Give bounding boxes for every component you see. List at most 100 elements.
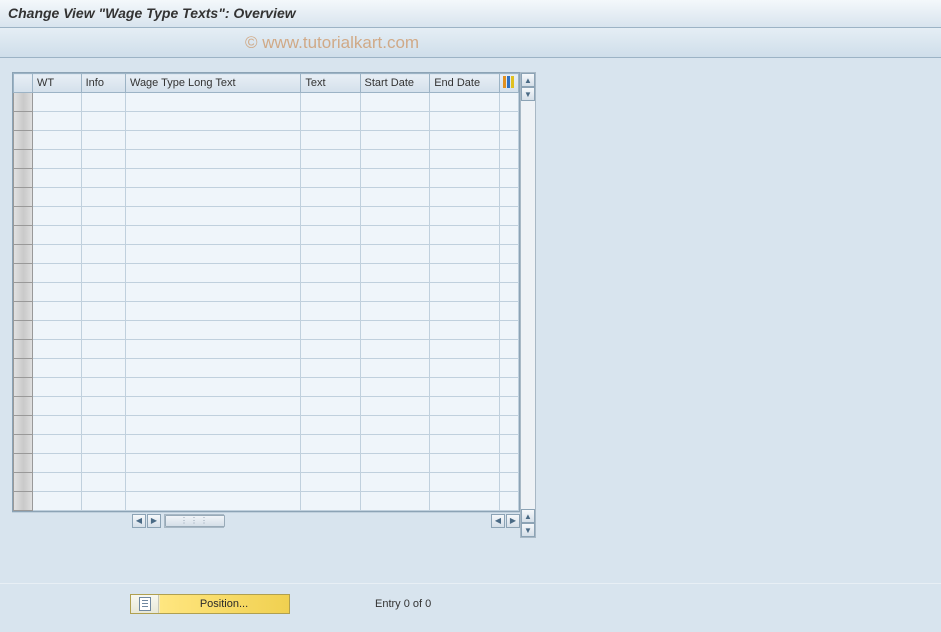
cell-startdate[interactable]: [360, 264, 430, 283]
cell-info[interactable]: [81, 359, 125, 378]
cell-longtext[interactable]: [125, 302, 300, 321]
cell-enddate[interactable]: [430, 188, 500, 207]
cell-text[interactable]: [301, 131, 360, 150]
cell-wt[interactable]: [33, 150, 82, 169]
cell-text[interactable]: [301, 416, 360, 435]
cell-startdate[interactable]: [360, 93, 430, 112]
row-selector[interactable]: [14, 283, 33, 302]
cell-info[interactable]: [81, 150, 125, 169]
cell-wt[interactable]: [33, 454, 82, 473]
cell-info[interactable]: [81, 112, 125, 131]
cell-enddate[interactable]: [430, 416, 500, 435]
cell-text[interactable]: [301, 150, 360, 169]
cell-wt[interactable]: [33, 245, 82, 264]
cell-startdate[interactable]: [360, 150, 430, 169]
cell-info[interactable]: [81, 378, 125, 397]
cell-text[interactable]: [301, 397, 360, 416]
cell-wt[interactable]: [33, 321, 82, 340]
cell-longtext[interactable]: [125, 169, 300, 188]
cell-info[interactable]: [81, 226, 125, 245]
row-selector[interactable]: [14, 378, 33, 397]
cell-wt[interactable]: [33, 169, 82, 188]
scroll-left-arrow-icon[interactable]: ◀: [132, 514, 146, 528]
cell-enddate[interactable]: [430, 264, 500, 283]
cell-info[interactable]: [81, 283, 125, 302]
cell-info[interactable]: [81, 492, 125, 511]
cell-enddate[interactable]: [430, 321, 500, 340]
cell-startdate[interactable]: [360, 340, 430, 359]
scroll-down-arrow-icon[interactable]: ▼: [521, 87, 535, 101]
row-selector[interactable]: [14, 435, 33, 454]
cell-longtext[interactable]: [125, 340, 300, 359]
cell-wt[interactable]: [33, 416, 82, 435]
cell-enddate[interactable]: [430, 226, 500, 245]
scroll-up-arrow-2-icon[interactable]: ▲: [521, 509, 535, 523]
row-selector[interactable]: [14, 321, 33, 340]
cell-wt[interactable]: [33, 473, 82, 492]
cell-startdate[interactable]: [360, 207, 430, 226]
cell-startdate[interactable]: [360, 226, 430, 245]
cell-enddate[interactable]: [430, 283, 500, 302]
row-selector[interactable]: [14, 302, 33, 321]
cell-longtext[interactable]: [125, 93, 300, 112]
row-selector[interactable]: [14, 131, 33, 150]
column-header-wt[interactable]: WT: [33, 74, 82, 93]
cell-wt[interactable]: [33, 283, 82, 302]
row-selector[interactable]: [14, 245, 33, 264]
column-header-info[interactable]: Info: [81, 74, 125, 93]
cell-enddate[interactable]: [430, 112, 500, 131]
cell-longtext[interactable]: [125, 435, 300, 454]
cell-info[interactable]: [81, 264, 125, 283]
cell-enddate[interactable]: [430, 207, 500, 226]
cell-text[interactable]: [301, 169, 360, 188]
cell-enddate[interactable]: [430, 359, 500, 378]
cell-info[interactable]: [81, 397, 125, 416]
row-selector[interactable]: [14, 112, 33, 131]
cell-info[interactable]: [81, 93, 125, 112]
row-selector[interactable]: [14, 492, 33, 511]
cell-wt[interactable]: [33, 492, 82, 511]
hscroll-thumb[interactable]: ⋮⋮⋮: [165, 515, 225, 527]
cell-startdate[interactable]: [360, 378, 430, 397]
cell-startdate[interactable]: [360, 492, 430, 511]
row-selector[interactable]: [14, 397, 33, 416]
cell-text[interactable]: [301, 321, 360, 340]
cell-enddate[interactable]: [430, 245, 500, 264]
cell-wt[interactable]: [33, 302, 82, 321]
row-selector[interactable]: [14, 473, 33, 492]
cell-longtext[interactable]: [125, 416, 300, 435]
cell-text[interactable]: [301, 207, 360, 226]
cell-longtext[interactable]: [125, 226, 300, 245]
cell-longtext[interactable]: [125, 131, 300, 150]
cell-enddate[interactable]: [430, 492, 500, 511]
row-selector[interactable]: [14, 207, 33, 226]
cell-text[interactable]: [301, 245, 360, 264]
cell-longtext[interactable]: [125, 188, 300, 207]
cell-text[interactable]: [301, 454, 360, 473]
cell-info[interactable]: [81, 340, 125, 359]
cell-wt[interactable]: [33, 207, 82, 226]
horizontal-scrollbar-right[interactable]: ◀ ▶: [491, 514, 520, 528]
cell-text[interactable]: [301, 226, 360, 245]
row-selector[interactable]: [14, 169, 33, 188]
column-config-header[interactable]: [499, 74, 518, 93]
cell-longtext[interactable]: [125, 150, 300, 169]
row-selector[interactable]: [14, 454, 33, 473]
cell-info[interactable]: [81, 169, 125, 188]
cell-longtext[interactable]: [125, 473, 300, 492]
cell-info[interactable]: [81, 454, 125, 473]
scroll-down-arrow-2-icon[interactable]: ▼: [521, 523, 535, 537]
cell-longtext[interactable]: [125, 112, 300, 131]
cell-text[interactable]: [301, 264, 360, 283]
cell-enddate[interactable]: [430, 131, 500, 150]
row-selector[interactable]: [14, 93, 33, 112]
cell-wt[interactable]: [33, 397, 82, 416]
cell-startdate[interactable]: [360, 283, 430, 302]
cell-text[interactable]: [301, 473, 360, 492]
column-header-longtext[interactable]: Wage Type Long Text: [125, 74, 300, 93]
cell-startdate[interactable]: [360, 112, 430, 131]
row-selector[interactable]: [14, 264, 33, 283]
vertical-scrollbar[interactable]: ▲ ▼ ▲ ▼: [520, 72, 536, 538]
cell-info[interactable]: [81, 245, 125, 264]
cell-longtext[interactable]: [125, 378, 300, 397]
